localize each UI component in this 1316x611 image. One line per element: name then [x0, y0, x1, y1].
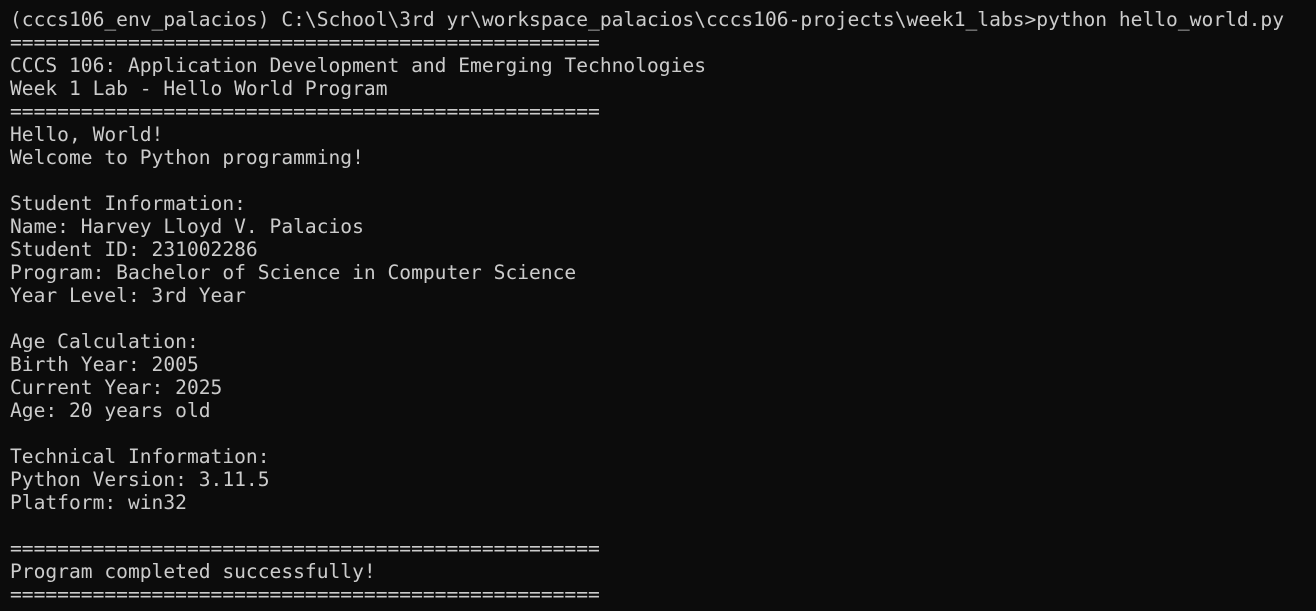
student-info-heading: Student Information:: [10, 192, 246, 215]
lab-title-line: Week 1 Lab - Hello World Program: [10, 77, 388, 100]
separator-line: ========================================…: [10, 100, 600, 123]
python-version-line: Python Version: 3.11.5: [10, 468, 270, 491]
age-calculation-heading: Age Calculation:: [10, 330, 199, 353]
year-level-line: Year Level: 3rd Year: [10, 284, 246, 307]
age-line: Age: 20 years old: [10, 399, 211, 422]
terminal-output[interactable]: (cccs106_env_palacios) C:\School\3rd yr\…: [0, 0, 1316, 611]
separator-line: ========================================…: [10, 537, 600, 560]
platform-line: Platform: win32: [10, 491, 187, 514]
program-line: Program: Bachelor of Science in Computer…: [10, 261, 577, 284]
welcome-line: Welcome to Python programming!: [10, 146, 364, 169]
student-name-line: Name: Harvey Lloyd V. Palacios: [10, 215, 364, 238]
separator-line: ========================================…: [10, 31, 600, 54]
current-year-line: Current Year: 2025: [10, 376, 223, 399]
technical-info-heading: Technical Information:: [10, 445, 270, 468]
command-prompt-line: (cccs106_env_palacios) C:\School\3rd yr\…: [10, 8, 1285, 31]
greeting-line: Hello, World!: [10, 123, 164, 146]
course-title-line: CCCS 106: Application Development and Em…: [10, 54, 706, 77]
separator-line: ========================================…: [10, 583, 600, 606]
student-id-line: Student ID: 231002286: [10, 238, 258, 261]
completion-message-line: Program completed successfully!: [10, 560, 376, 583]
birth-year-line: Birth Year: 2005: [10, 353, 199, 376]
